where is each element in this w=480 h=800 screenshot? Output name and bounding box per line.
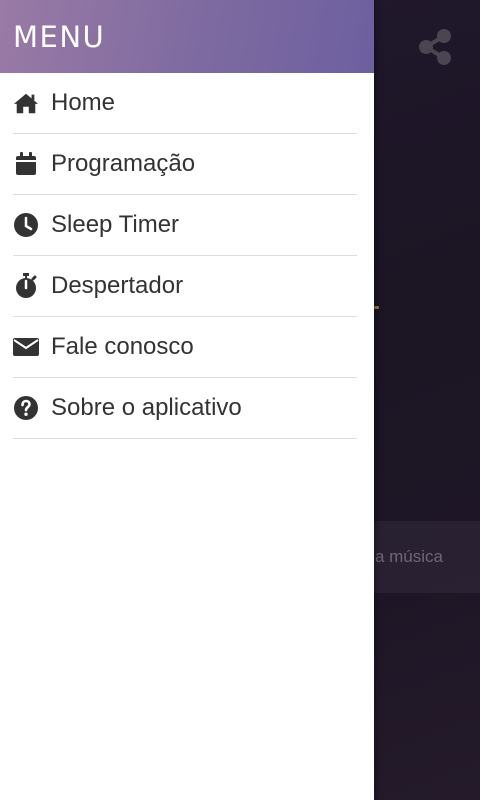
share-button[interactable] xyxy=(414,26,456,68)
menu-item-despertador[interactable]: Despertador xyxy=(13,256,357,317)
calendar-icon xyxy=(13,151,39,177)
navigation-drawer: MENU Home Programação Sleep Timer Desper… xyxy=(0,0,374,800)
menu-item-sobre[interactable]: Sobre o aplicativo xyxy=(13,378,357,439)
share-icon xyxy=(419,29,451,65)
background-song-text: a música xyxy=(374,547,443,566)
home-icon xyxy=(13,90,39,116)
drawer-header: MENU xyxy=(0,0,374,73)
menu-item-programacao[interactable]: Programação xyxy=(13,134,357,195)
background-decoration xyxy=(374,306,379,309)
envelope-icon xyxy=(13,334,39,360)
menu-item-sleep-timer[interactable]: Sleep Timer xyxy=(13,195,357,256)
clock-icon xyxy=(13,212,39,238)
menu-item-fale-conosco[interactable]: Fale conosco xyxy=(13,317,357,378)
menu-item-label: Sleep Timer xyxy=(51,211,180,238)
menu-item-label: Sobre o aplicativo xyxy=(51,394,242,421)
menu-item-label: Fale conosco xyxy=(51,333,194,360)
menu-item-home[interactable]: Home xyxy=(13,73,357,134)
stopwatch-icon xyxy=(13,273,39,299)
menu-list: Home Programação Sleep Timer Despertador… xyxy=(0,73,374,439)
question-circle-icon xyxy=(13,395,39,421)
menu-item-label: Home xyxy=(51,89,116,116)
app-screen: a música MENU Home Programação Sleep Tim… xyxy=(0,0,480,800)
drawer-title: MENU xyxy=(13,19,106,54)
menu-item-label: Despertador xyxy=(51,272,184,299)
menu-item-label: Programação xyxy=(51,150,196,177)
